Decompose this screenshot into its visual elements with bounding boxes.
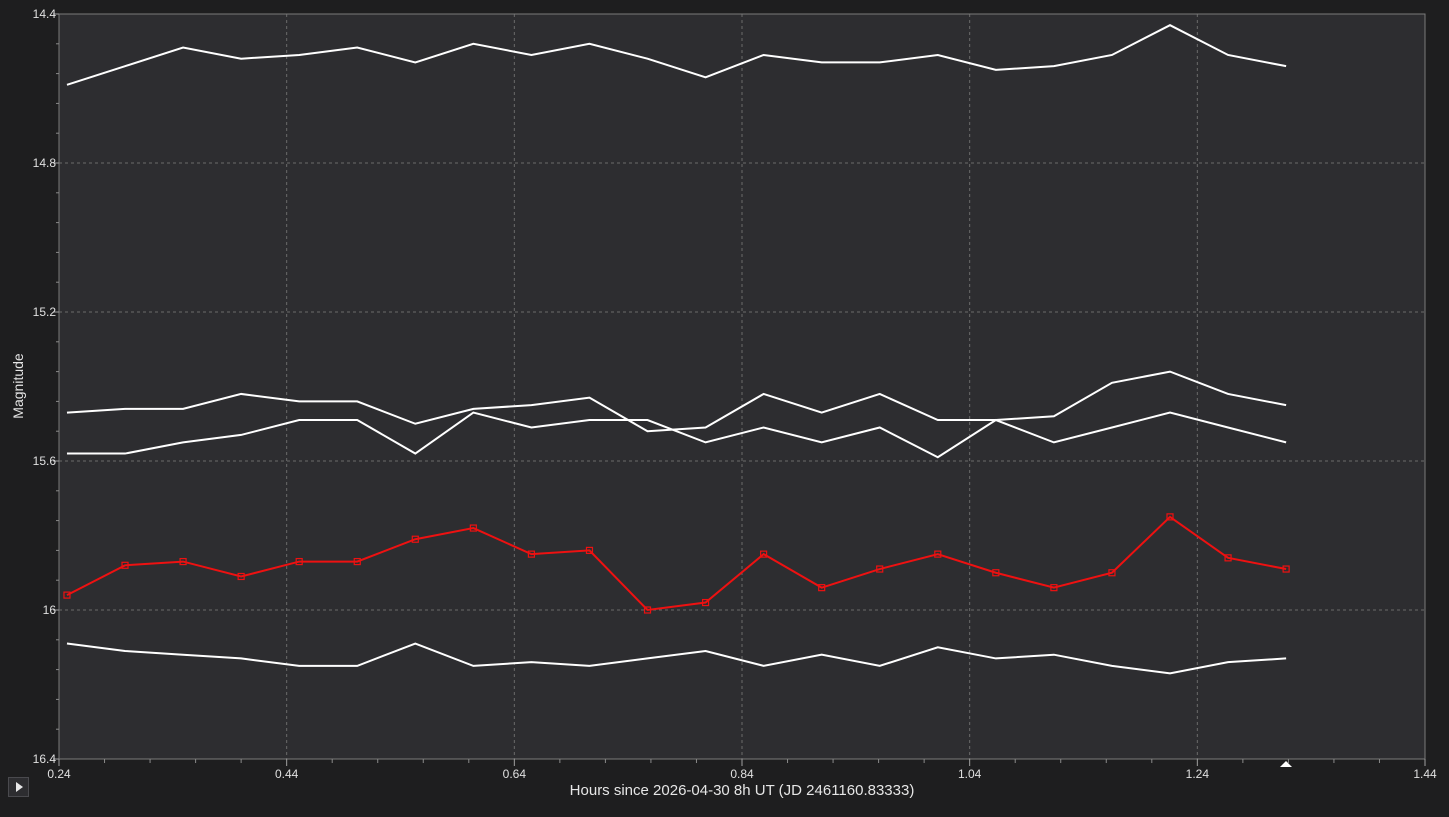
x-axis-label: Hours since 2026-04-30 8h UT (JD 2461160… <box>570 782 915 799</box>
x-tick-label: 0.44 <box>275 767 299 781</box>
x-tick-label: 0.64 <box>503 767 527 781</box>
y-tick-label: 15.6 <box>33 454 57 468</box>
x-tick-label: 0.84 <box>730 767 754 781</box>
play-button[interactable] <box>8 777 29 797</box>
y-tick-label: 16 <box>43 603 57 617</box>
y-tick-label: 16.4 <box>33 752 57 766</box>
y-tick-label: 15.2 <box>33 305 57 319</box>
y-tick-label: 14.4 <box>33 7 57 21</box>
y-axis-label: Magnitude <box>10 353 26 419</box>
x-tick-label: 1.44 <box>1413 767 1437 781</box>
play-icon <box>16 782 23 792</box>
x-tick-label: 1.24 <box>1186 767 1210 781</box>
x-tick-label: 0.24 <box>47 767 71 781</box>
chart: 0.24 0.44 0.64 0.84 1.04 1.24 1.44 14.4 14.8 15.… <box>0 0 1449 817</box>
x-tick-label: 1.04 <box>958 767 982 781</box>
y-tick-label: 14.8 <box>33 156 57 170</box>
